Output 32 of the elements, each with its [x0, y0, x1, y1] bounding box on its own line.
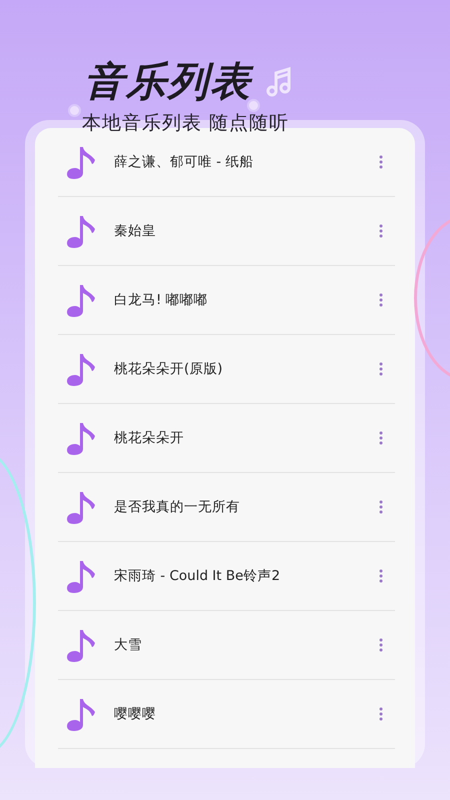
page-title: 音乐列表	[84, 58, 252, 106]
more-icon[interactable]	[379, 569, 383, 583]
song-title[interactable]: 桃花朵朵开	[114, 429, 379, 447]
music-note-icon	[66, 351, 98, 387]
music-notes-icon	[266, 67, 292, 97]
song-title[interactable]: 宋雨琦 - Could It Be铃声2	[114, 567, 379, 585]
more-icon[interactable]	[379, 638, 383, 652]
dot-decoration	[68, 104, 81, 117]
music-note-icon	[66, 558, 98, 594]
page-subtitle: 本地音乐列表 随点随听	[82, 111, 290, 136]
song-title[interactable]: 嘤嘤嘤	[114, 705, 379, 723]
song-title[interactable]: 大雪	[114, 636, 379, 654]
more-icon[interactable]	[379, 707, 383, 721]
song-title[interactable]: 白龙马! 嘟嘟嘟	[114, 291, 379, 309]
more-icon[interactable]	[379, 431, 383, 445]
music-note-icon	[66, 144, 98, 180]
song-title[interactable]: 桃花朵朵开(原版)	[114, 360, 379, 378]
music-note-icon	[66, 489, 98, 525]
song-title[interactable]: 薛之谦、郁可唯 - 纸船	[114, 153, 379, 171]
more-icon[interactable]	[379, 293, 383, 307]
music-note-icon	[66, 213, 98, 249]
song-title[interactable]: 是否我真的一无所有	[114, 498, 379, 516]
music-note-icon	[66, 627, 98, 663]
more-icon[interactable]	[379, 500, 383, 514]
music-note-icon	[66, 420, 98, 456]
more-icon[interactable]	[379, 224, 383, 238]
music-note-icon	[66, 282, 98, 318]
music-note-icon	[66, 696, 98, 732]
more-icon[interactable]	[379, 362, 383, 376]
song-title[interactable]: 秦始皇	[114, 222, 379, 240]
more-icon[interactable]	[379, 155, 383, 169]
dot-decoration	[247, 99, 260, 112]
